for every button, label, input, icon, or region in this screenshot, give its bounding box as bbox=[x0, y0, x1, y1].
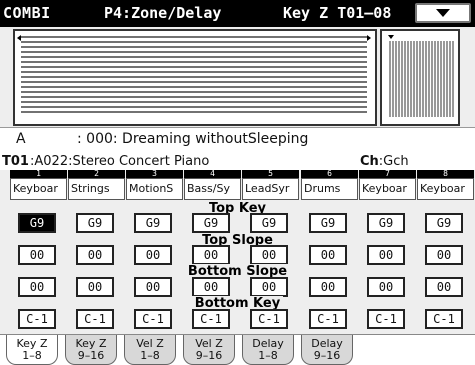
tab-range: 1–8 bbox=[258, 349, 278, 362]
timbre-program-cell[interactable]: Keyboar bbox=[359, 178, 416, 200]
tab-3[interactable]: Vel Z 9–16 bbox=[183, 335, 235, 365]
page-tabs: Key Z 1–8 Key Z 9–16 Vel Z 1–8 Vel Z 9–16 Delay 1… bbox=[0, 334, 475, 365]
mini-zone-marker bbox=[388, 35, 394, 39]
timbre-program-cell[interactable]: Strings bbox=[68, 178, 125, 200]
top-slope-field[interactable]: 00 bbox=[425, 245, 463, 265]
bottom-slope-field[interactable]: 00 bbox=[18, 277, 56, 297]
top-slope-field[interactable]: 00 bbox=[134, 245, 172, 265]
bottom-slope-field[interactable]: 00 bbox=[134, 277, 172, 297]
page-title: P4:Zone/Delay bbox=[104, 4, 222, 22]
tab-0[interactable]: Key Z 1–8 bbox=[6, 335, 58, 365]
keyboard-zone-display bbox=[13, 29, 460, 126]
tab-4[interactable]: Delay 1–8 bbox=[242, 335, 294, 365]
top-slope-field[interactable]: 00 bbox=[76, 245, 114, 265]
timbre-number: 5 bbox=[242, 170, 299, 178]
zone-mini-keyboard bbox=[380, 29, 460, 126]
tab-range: 9–16 bbox=[77, 349, 105, 362]
tab-range: 1–8 bbox=[22, 349, 42, 362]
top-key-field[interactable]: G9 bbox=[309, 213, 347, 233]
page-menu-button[interactable] bbox=[415, 3, 471, 23]
combi-name: : 000: Dreaming withoutSleeping bbox=[77, 131, 309, 147]
combi-select[interactable]: A : 000: Dreaming withoutSleeping bbox=[0, 127, 475, 153]
timbre-id: T01 bbox=[2, 154, 29, 169]
tab-1[interactable]: Key Z 9–16 bbox=[65, 335, 117, 365]
top-key-field[interactable]: G9 bbox=[18, 213, 56, 233]
timbre-number-header: 12345678 bbox=[10, 170, 475, 178]
tab-range: 1–8 bbox=[140, 349, 160, 362]
top-key-field[interactable]: G9 bbox=[76, 213, 114, 233]
top-slope-field[interactable]: 00 bbox=[250, 245, 288, 265]
bottom-key-field[interactable]: C-1 bbox=[250, 309, 288, 329]
bottom-key-field[interactable]: C-1 bbox=[425, 309, 463, 329]
title-bar: COMBI P4:Zone/Delay Key Z T01–08 bbox=[0, 0, 475, 27]
bottom-slope-field[interactable]: 00 bbox=[425, 277, 463, 297]
timbre-number: 7 bbox=[359, 170, 416, 178]
bottom-key-field[interactable]: C-1 bbox=[192, 309, 230, 329]
bottom-key-field[interactable]: C-1 bbox=[76, 309, 114, 329]
timbre-number: 6 bbox=[301, 170, 358, 178]
bottom-key-row: C-1 C-1 C-1 C-1 C-1 C-1 C-1 C-1 bbox=[10, 309, 475, 331]
mode-title: COMBI bbox=[3, 4, 51, 22]
bottom-slope-field[interactable]: 00 bbox=[250, 277, 288, 297]
bottom-key-field[interactable]: C-1 bbox=[18, 309, 56, 329]
top-slope-field[interactable]: 00 bbox=[309, 245, 347, 265]
timbre-program-cell[interactable]: Keyboar bbox=[417, 178, 474, 200]
timbre-program-cell[interactable]: LeadSyr bbox=[242, 178, 299, 200]
tab-range: 9–16 bbox=[313, 349, 341, 362]
timbre-number: 4 bbox=[184, 170, 241, 178]
bottom-slope-field[interactable]: 00 bbox=[76, 277, 114, 297]
timbre-program: :A022:Stereo Concert Piano bbox=[30, 154, 210, 169]
top-key-row: G9 G9 G9 G9 G9 G9 G9 G9 bbox=[10, 213, 475, 235]
tab-2[interactable]: Vel Z 1–8 bbox=[124, 335, 176, 365]
bottom-slope-field[interactable]: 00 bbox=[367, 277, 405, 297]
zone-bars[interactable] bbox=[13, 29, 377, 126]
combi-zone-screen: COMBI P4:Zone/Delay Key Z T01–08 A : 000… bbox=[0, 0, 475, 365]
top-slope-field[interactable]: 00 bbox=[192, 245, 230, 265]
tab-range: 9–16 bbox=[195, 349, 223, 362]
zone-marker bbox=[17, 35, 21, 41]
timbre-program-row: Keyboar Strings MotionS Bass/Sy LeadSyr Drums… bbox=[10, 178, 475, 202]
top-key-field[interactable]: G9 bbox=[192, 213, 230, 233]
bottom-key-field[interactable]: C-1 bbox=[367, 309, 405, 329]
timbre-program-cell[interactable]: Keyboar bbox=[10, 178, 67, 200]
bottom-slope-row: 00 00 00 00 00 00 00 00 bbox=[10, 277, 475, 299]
top-slope-row: 00 00 00 00 00 00 00 00 bbox=[10, 245, 475, 267]
top-key-field[interactable]: G9 bbox=[250, 213, 288, 233]
combi-bank: A bbox=[16, 131, 26, 147]
top-slope-field[interactable]: 00 bbox=[18, 245, 56, 265]
page-subtitle: Key Z T01–08 bbox=[283, 4, 392, 22]
timbre-program-cell[interactable]: Drums bbox=[301, 178, 358, 200]
timbre-program-cell[interactable]: Bass/Sy bbox=[184, 178, 241, 200]
timbre-number: 2 bbox=[68, 170, 125, 178]
bottom-slope-field[interactable]: 00 bbox=[309, 277, 347, 297]
midi-channel: Ch:Gch bbox=[360, 154, 409, 169]
chevron-down-icon bbox=[436, 4, 450, 23]
zone-marker bbox=[367, 35, 371, 41]
timbre-number: 1 bbox=[10, 170, 67, 178]
top-slope-field[interactable]: 00 bbox=[367, 245, 405, 265]
top-key-field[interactable]: G9 bbox=[367, 213, 405, 233]
bottom-key-field[interactable]: C-1 bbox=[309, 309, 347, 329]
tab-5[interactable]: Delay 9–16 bbox=[301, 335, 353, 365]
bottom-key-field[interactable]: C-1 bbox=[134, 309, 172, 329]
bottom-slope-field[interactable]: 00 bbox=[192, 277, 230, 297]
top-key-field[interactable]: G9 bbox=[134, 213, 172, 233]
timbre-number: 3 bbox=[126, 170, 183, 178]
top-key-field[interactable]: G9 bbox=[425, 213, 463, 233]
timbre-program-cell[interactable]: MotionS bbox=[126, 178, 183, 200]
timbre-number: 8 bbox=[417, 170, 474, 178]
timbre-info: T01 :A022:Stereo Concert Piano Ch:Gch bbox=[0, 152, 475, 170]
